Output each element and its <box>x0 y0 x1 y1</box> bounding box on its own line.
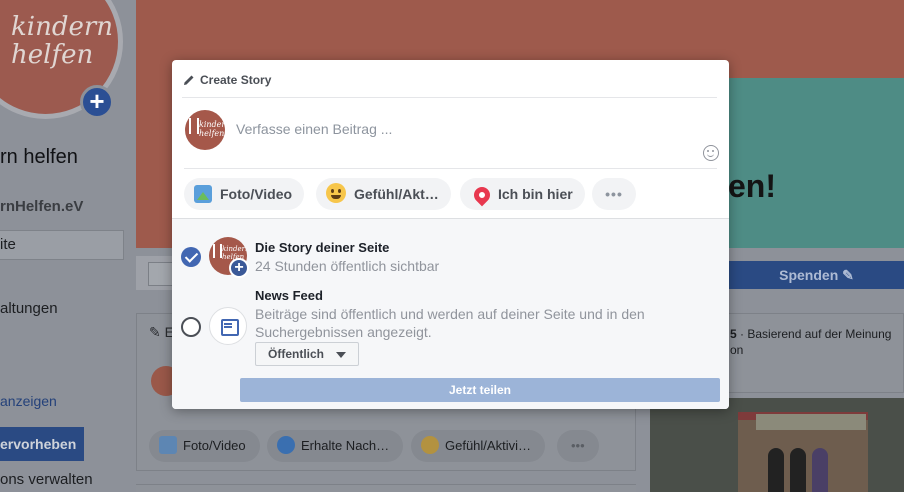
story-option-title[interactable]: Die Story deiner Seite <box>255 240 389 255</box>
check-in-button[interactable]: Ich bin hier <box>460 178 585 210</box>
page-photo[interactable] <box>650 398 904 492</box>
show-link[interactable]: anzeigen <box>0 393 57 409</box>
rating-text: 5 · Basierend auf der Meinung on <box>730 327 892 357</box>
photo-video-button[interactable]: Foto/Video <box>184 178 305 210</box>
page-handle[interactable]: rnHelfen.eV <box>0 198 83 215</box>
photo-video-icon <box>194 185 212 203</box>
dialog-title: Create Story <box>200 73 272 87</box>
manage-link[interactable]: ons verwalten <box>0 471 93 488</box>
news-feed-option-title[interactable]: News Feed <box>255 288 323 303</box>
photo-person <box>790 448 806 492</box>
photo-sign <box>756 414 866 430</box>
donate-button[interactable]: Spenden ✎ <box>729 261 904 289</box>
promote-button[interactable]: ervorheben <box>0 427 84 461</box>
location-pin-icon <box>470 183 494 207</box>
divider <box>184 168 717 169</box>
dialog-header: Create Story <box>182 70 717 98</box>
story-option-subtitle: 24 Stunden öffentlich sichtbar <box>255 258 440 274</box>
next-card <box>136 484 636 492</box>
cover-text: en! <box>728 168 776 204</box>
bg-more-button[interactable]: ••• <box>557 430 599 462</box>
share-now-button[interactable]: Jetzt teilen <box>240 378 720 402</box>
add-profile-picture-button[interactable]: + <box>80 85 114 119</box>
donate-label: Spenden <box>779 267 839 283</box>
feeling-icon <box>421 436 439 454</box>
privacy-selector[interactable]: Öffentlich <box>255 342 359 366</box>
nav-tab-events[interactable]: altungen <box>0 300 58 317</box>
create-story-dialog: Create Story kindern helfen Verfasse ein… <box>172 60 729 409</box>
pencil-icon: ✎ E <box>149 324 174 340</box>
photo-person <box>768 448 784 492</box>
logo-text: kindern helfen <box>11 12 114 70</box>
bg-feeling-button[interactable]: Gefühl/Aktivi… <box>411 430 545 462</box>
messenger-icon <box>277 436 295 454</box>
feeling-activity-button[interactable]: Gefühl/Akt… <box>316 178 451 210</box>
more-options-button[interactable]: ••• <box>592 178 636 210</box>
story-option-checkbox[interactable] <box>181 247 201 267</box>
composer-input[interactable]: Verfasse einen Beitrag ... <box>236 121 392 137</box>
feeling-icon <box>326 183 346 203</box>
photo-icon <box>159 436 177 454</box>
audience-section: kindern helfen + Die Story deiner Seite … <box>172 218 729 409</box>
nav-tab-page[interactable]: ite <box>0 230 124 260</box>
bg-messenger-button[interactable]: Erhalte Nach… <box>267 430 404 462</box>
news-feed-option-subtitle: Beiträge sind öffentlich und werden auf … <box>255 306 645 340</box>
add-story-icon: + <box>229 258 249 278</box>
news-feed-radio[interactable] <box>181 317 201 337</box>
news-feed-icon <box>209 307 247 345</box>
emoji-icon[interactable] <box>703 145 719 161</box>
caret-down-icon <box>336 352 346 358</box>
page-name: rn helfen <box>0 146 78 168</box>
bg-photo-video-button[interactable]: Foto/Video <box>149 430 260 462</box>
privacy-label: Öffentlich <box>268 347 324 361</box>
photo-person <box>812 448 828 492</box>
pencil-icon <box>182 73 196 93</box>
page-avatar: kindern helfen <box>185 110 225 150</box>
